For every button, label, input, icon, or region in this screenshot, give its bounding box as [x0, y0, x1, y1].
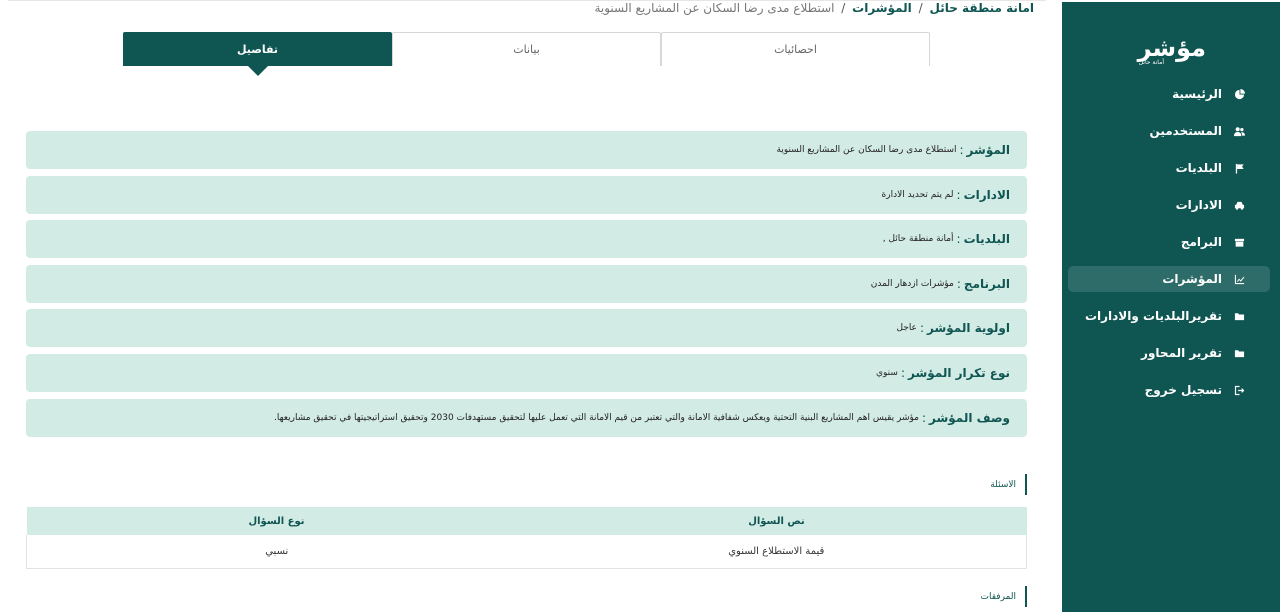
sign-out-icon [1232, 383, 1246, 397]
questions-table: نص السؤال نوع السؤال قيمة الاستطلاع السن… [26, 507, 1027, 569]
logo-text: مؤشر [1137, 34, 1206, 62]
detail-value: مؤشرات ازدهار المدن [870, 278, 954, 289]
sidebar-item-municipalities-report[interactable]: تقريرالبلديات والادارات [1068, 303, 1270, 329]
table-cell-question-type: نسبي [26, 535, 527, 569]
sidebar-item-label: المستخدمين [1149, 124, 1222, 138]
detail-value: استطلاع مدى رضا السكان عن المشاريع السنو… [776, 145, 957, 155]
detail-row-municipalities: البلديات: أمانة منطقة حائل , [26, 220, 1027, 259]
sidebar-item-label: تقرير المحاور [1141, 346, 1222, 360]
detail-row-priority: اولوية المؤشر: عاجل [26, 309, 1027, 348]
detail-value: لم يتم تحديد الادارة [881, 189, 954, 200]
folder-icon [1232, 309, 1246, 323]
sidebar-item-programs[interactable]: البرامج [1068, 229, 1270, 255]
sidebar-item-label: البلديات [1175, 161, 1222, 175]
tab-bar: احصائيات بيانات تفاصيل [123, 32, 930, 76]
folder-icon [1232, 346, 1246, 360]
breadcrumb-root[interactable]: امانة منطقة حائل [930, 1, 1035, 15]
sidebar-item-indicators[interactable]: المؤشرات [1068, 266, 1270, 292]
detail-row-departments: الادارات: لم يتم تحديد الادارة [26, 175, 1027, 214]
detail-colon: : [956, 276, 961, 291]
sidebar-item-label: المؤشرات [1162, 272, 1222, 286]
car-icon [1232, 198, 1246, 212]
detail-colon: : [921, 410, 927, 425]
table-header-row: نص السؤال نوع السؤال [26, 507, 1027, 535]
detail-label: وصف المؤشر [929, 410, 1010, 425]
breadcrumb-section[interactable]: المؤشرات [852, 1, 912, 15]
detail-row-indicator: المؤشر: استطلاع مدى رضا السكان عن المشار… [26, 131, 1027, 169]
detail-colon: : [919, 321, 924, 336]
indicator-details: المؤشر: استطلاع مدى رضا السكان عن المشار… [26, 131, 1027, 443]
sidebar-item-municipalities[interactable]: البلديات [1068, 155, 1270, 181]
detail-value: سنوي [875, 367, 898, 378]
sidebar-item-home[interactable]: الرئيسية [1068, 81, 1270, 107]
sidebar-item-users[interactable]: المستخدمين [1068, 118, 1270, 144]
detail-label: البلديات [963, 232, 1010, 247]
pie-chart-icon [1232, 87, 1246, 101]
sidebar-item-label: البرامج [1180, 235, 1222, 249]
users-icon [1232, 124, 1246, 138]
tab-details[interactable]: تفاصيل [123, 32, 392, 76]
detail-colon: : [959, 143, 964, 157]
line-chart-icon [1232, 272, 1246, 286]
sidebar-nav: الرئيسية المستخدمين البلديات الادارات ال… [1068, 81, 1270, 414]
table-row: قيمة الاستطلاع السنوي نسبي [26, 535, 1027, 569]
sidebar-item-label: تقريرالبلديات والادارات [1084, 309, 1222, 323]
detail-label: اولوية المؤشر [926, 321, 1010, 336]
detail-row-frequency: نوع تكرار المؤشر: سنوي [26, 353, 1027, 392]
app-logo[interactable]: مؤشر أمانة حائل [1134, 34, 1206, 68]
breadcrumb: امانة منطقة حائل / المؤشرات / استطلاع مد… [594, 1, 1034, 15]
detail-label: البرنامج [963, 276, 1010, 291]
detail-value: أمانة منطقة حائل , [882, 234, 954, 245]
detail-colon: : [956, 232, 961, 247]
detail-colon: : [900, 365, 905, 380]
sidebar-item-logout[interactable]: تسجيل خروج [1068, 377, 1270, 403]
detail-value: عاجل [896, 323, 917, 334]
sidebar-item-label: الادارات [1175, 198, 1222, 212]
detail-row-program: البرنامج: مؤشرات ازدهار المدن [26, 264, 1027, 303]
breadcrumb-current: استطلاع مدى رضا السكان عن المشاريع السنو… [594, 1, 835, 15]
tab-statistics[interactable]: احصائيات [661, 32, 930, 66]
breadcrumb-separator: / [918, 1, 923, 15]
detail-value: مؤشر يقيس اهم المشاريع البنية التحتية وي… [274, 412, 919, 423]
sidebar-item-axes-report[interactable]: تقرير المحاور [1068, 340, 1270, 366]
detail-label: المؤشر [966, 143, 1010, 157]
table-cell-question-text: قيمة الاستطلاع السنوي [526, 535, 1027, 569]
flag-icon [1232, 161, 1246, 175]
column-header-question-text: نص السؤال [526, 507, 1027, 535]
detail-label: نوع تكرار المؤشر [907, 365, 1010, 380]
sidebar-item-departments[interactable]: الادارات [1068, 192, 1270, 218]
sidebar: مؤشر أمانة حائل الرئيسية المستخدمين البل… [1062, 2, 1280, 612]
sidebar-item-label: الرئيسية [1172, 87, 1222, 101]
column-header-question-type: نوع السؤال [26, 507, 527, 535]
main-panel: امانة منطقة حائل / المؤشرات / استطلاع مد… [8, 0, 1046, 612]
box-icon [1232, 235, 1246, 249]
tab-data[interactable]: بيانات [392, 32, 661, 66]
detail-colon: : [956, 187, 961, 202]
sidebar-item-label: تسجيل خروج [1144, 383, 1222, 397]
attachments-section-title: المرفقات [981, 586, 1027, 607]
logo-subtext: أمانة حائل [1138, 59, 1164, 66]
detail-row-description: وصف المؤشر: مؤشر يقيس اهم المشاريع البني… [26, 398, 1027, 437]
questions-section-title: الاسئلة [990, 474, 1027, 495]
breadcrumb-separator: / [841, 1, 846, 15]
detail-label: الادارات [963, 187, 1010, 202]
